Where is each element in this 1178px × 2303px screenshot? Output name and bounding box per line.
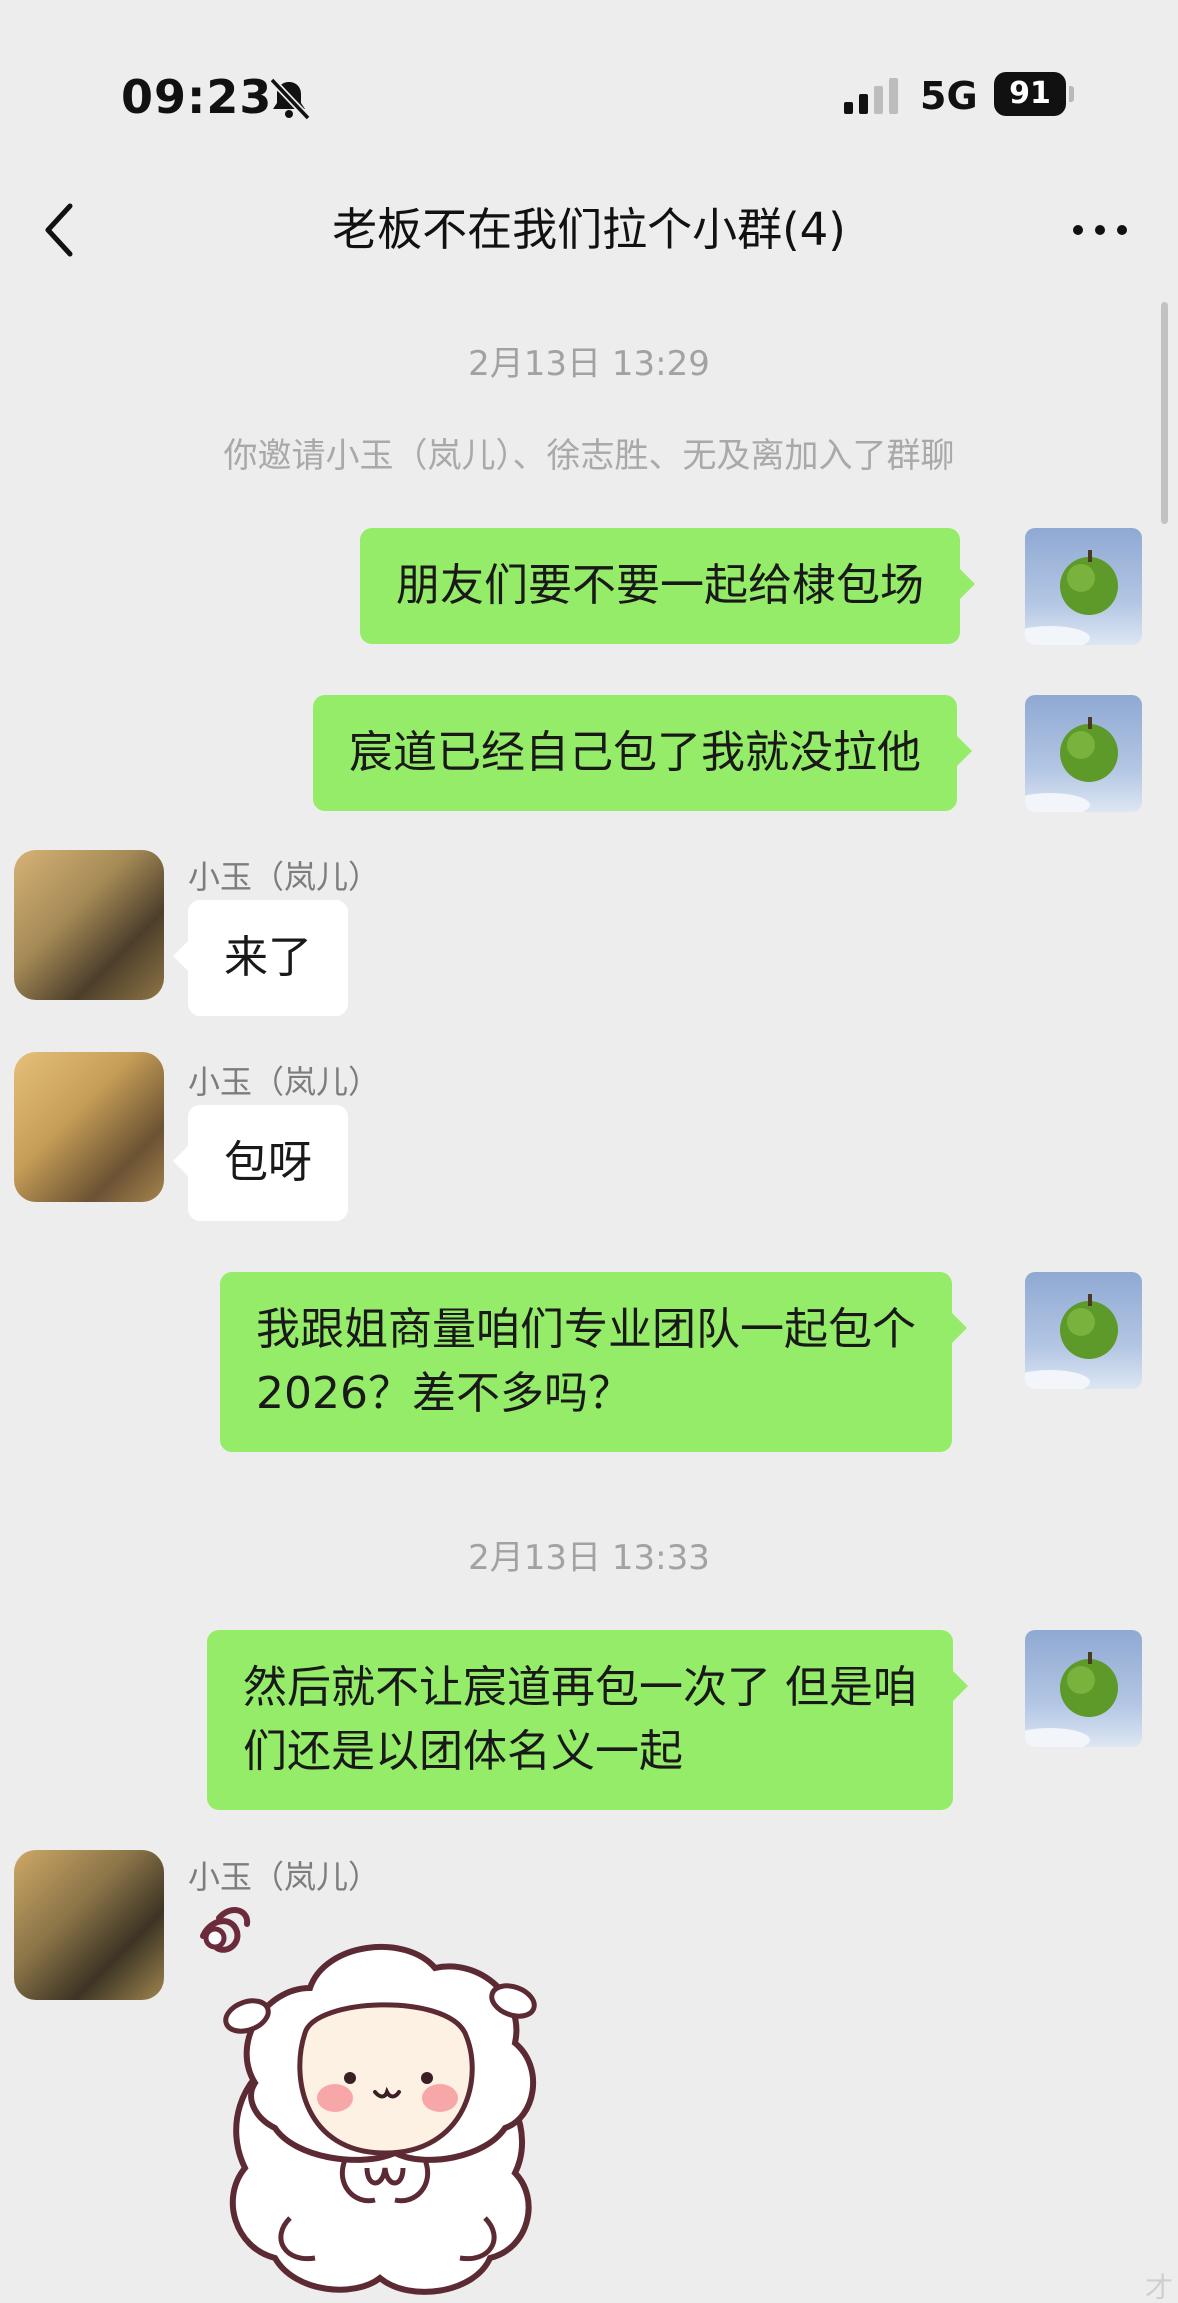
apple-avatar-image — [1025, 550, 1118, 645]
apple-avatar-image — [1025, 717, 1118, 812]
my-avatar[interactable] — [1025, 528, 1142, 645]
other-message-bubble[interactable]: 来了 — [173, 900, 348, 1016]
more-dots-icon[interactable] — [1070, 218, 1130, 242]
timestamp: 2月13日 13:29 — [468, 344, 710, 384]
sender-avatar[interactable] — [14, 1850, 164, 2000]
other-message-bubble[interactable]: 包呀 — [173, 1105, 348, 1221]
my-message-bubble[interactable]: 宸道已经自己包了我就没拉他 — [313, 695, 972, 811]
apple-avatar-image — [1025, 1652, 1118, 1747]
chat-screen: { "status_bar": { "time": "09:23", "netw… — [0, 0, 1178, 2303]
my-message-bubble[interactable]: 朋友们要不要一起给棣包场 — [360, 528, 975, 644]
sheep-sticker[interactable] — [195, 1898, 575, 2298]
my-avatar[interactable] — [1025, 1272, 1142, 1389]
sender-name: 小玉（岚儿） — [188, 858, 381, 896]
battery-level: 91 — [1009, 76, 1051, 111]
signal-icon — [844, 78, 898, 114]
system-invite-notice: 你邀请小玉（岚儿）、徐志胜、无及离加入了群聊 — [223, 436, 955, 476]
timestamp: 2月13日 13:33 — [468, 1538, 710, 1578]
sender-avatar[interactable] — [14, 1052, 164, 1202]
chat-title: 老板不在我们拉个小群(4) — [332, 203, 846, 256]
network-label: 5G — [920, 74, 978, 118]
my-message-bubble[interactable]: 我跟姐商量咱们专业团队一起包个 2026？差不多吗？ — [220, 1272, 967, 1452]
my-avatar[interactable] — [1025, 1630, 1142, 1747]
bell-mute-icon — [269, 77, 311, 121]
status-time: 09:23 — [121, 70, 273, 124]
sender-name: 小玉（岚儿） — [188, 1858, 381, 1896]
sender-name: 小玉（岚儿） — [188, 1063, 381, 1101]
my-avatar[interactable] — [1025, 695, 1142, 812]
sender-avatar[interactable] — [14, 850, 164, 1000]
apple-avatar-image — [1025, 1294, 1118, 1389]
battery-icon: 91 — [994, 72, 1074, 116]
corner-watermark-char: 才 — [1145, 2271, 1174, 2303]
my-message-bubble[interactable]: 然后就不让宸道再包一次了 但是咱 们还是以团体名义一起 — [207, 1630, 968, 1810]
chevron-left-icon[interactable] — [40, 200, 80, 260]
